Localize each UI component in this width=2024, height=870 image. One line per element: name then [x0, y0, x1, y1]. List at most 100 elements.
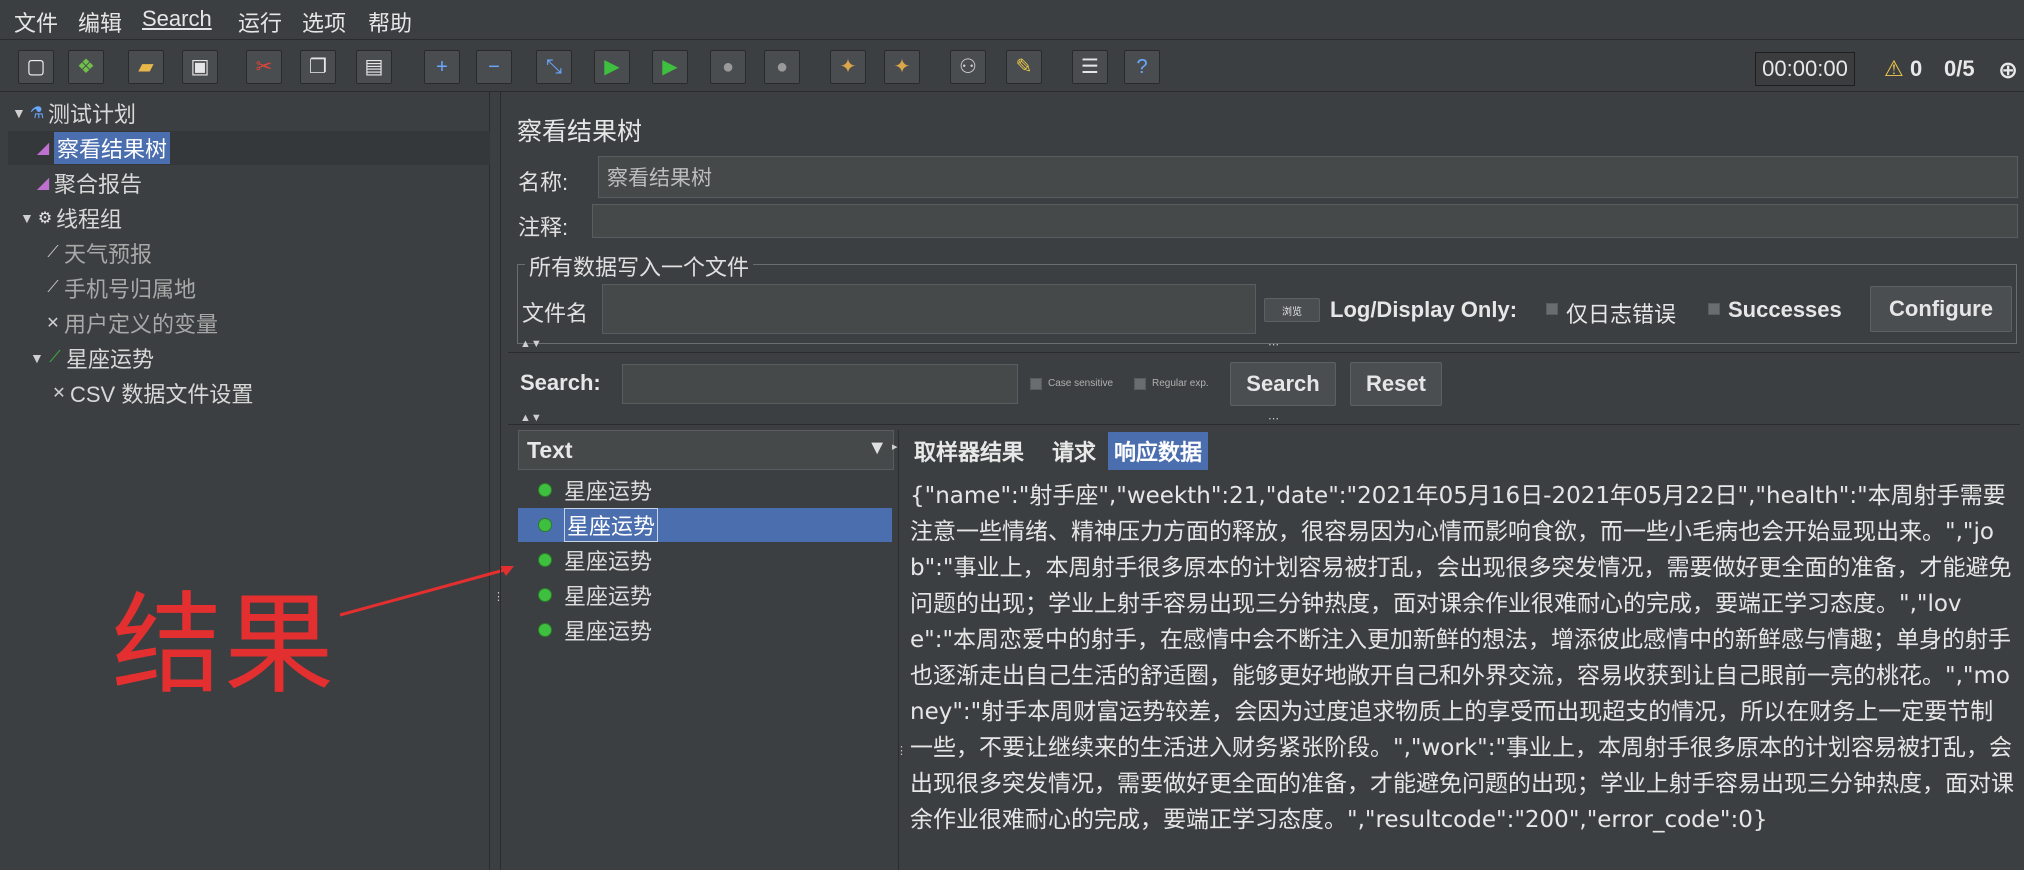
name-field[interactable]: 察看结果树 [598, 156, 2018, 198]
regex-label: Regular exp. [1152, 378, 1209, 389]
renderer-select[interactable]: Text ▼ [518, 430, 894, 470]
success-icon [538, 553, 552, 567]
group-title: 所有数据写入一个文件 [525, 250, 754, 282]
collapse-arrows[interactable]: ▲▼ [520, 338, 542, 350]
start-no-pauses-icon[interactable]: ▶ [652, 50, 688, 84]
listener-icon: ◢ [36, 175, 50, 192]
warning-count: 0 [1910, 56, 1923, 81]
tree-item-view-results-tree[interactable]: ◢ 察看结果树 [32, 132, 171, 164]
new-icon[interactable]: ▢ [18, 50, 54, 84]
annotation-label: 结果 [112, 581, 336, 709]
tree-item-user-variables[interactable]: ✕ 用户定义的变量 [42, 308, 218, 338]
tab-request[interactable]: 请求 [1046, 432, 1102, 470]
toggle-icon[interactable]: ⤡ [536, 50, 572, 84]
splitter-handle[interactable]: ⋮ [493, 590, 504, 603]
success-icon [538, 588, 552, 602]
search-input[interactable] [622, 364, 1018, 404]
browse-button[interactable]: 浏览 [1264, 298, 1320, 322]
case-sensitive-checkbox[interactable] [1030, 378, 1042, 390]
zoom-icon[interactable]: ⊕ [1998, 56, 2018, 85]
tree-item-label: 星座运势 [66, 347, 155, 372]
clear-icon[interactable]: ✦ [830, 50, 866, 84]
errors-checkbox[interactable] [1546, 303, 1558, 315]
collapse-icon[interactable]: − [476, 50, 512, 84]
menu-bar: 文件 编辑 Search 运行 选项 帮助 [0, 0, 2024, 40]
tree-item-thread-group[interactable]: ▼ ⚙ 线程组 [20, 203, 122, 233]
tree-item-label: 线程组 [56, 207, 123, 232]
tree-item-weather[interactable]: ⟋ 天气预报 [42, 238, 152, 268]
tree-item-label: 察看结果树 [54, 132, 171, 164]
result-label: 星座运势 [564, 619, 653, 644]
paste-icon[interactable]: ▤ [356, 50, 392, 84]
result-item-selected[interactable]: 星座运势 [538, 508, 659, 542]
expand-icon[interactable]: + [424, 50, 460, 84]
tab-response-data[interactable]: 响应数据 [1108, 432, 1209, 470]
start-icon[interactable]: ▶ [594, 50, 630, 84]
tree-item-horoscope[interactable]: ▼ ⟋ 星座运势 [30, 343, 154, 373]
search-label: Search: [520, 370, 601, 395]
warning-icon: ⚠ [1884, 56, 1904, 81]
cut-icon[interactable]: ✂ [246, 50, 282, 84]
reset-button[interactable]: Reset [1350, 362, 1442, 406]
open-icon[interactable]: ▰ [128, 50, 164, 84]
result-item[interactable]: 星座运势 [538, 543, 652, 577]
tree-item-aggregate-report[interactable]: ◢ 聚合报告 [32, 168, 142, 198]
menu-edit[interactable]: 编辑 [78, 6, 122, 38]
test-plan-icon: ⚗ [29, 105, 45, 122]
renderer-value: Text [527, 436, 573, 463]
errors-label: 仅日志错误 [1566, 302, 1677, 327]
tree-item-label: 聚合报告 [54, 172, 143, 197]
name-label: 名称: [518, 170, 569, 195]
chevron-down-icon[interactable]: ▼ [12, 105, 26, 121]
configure-button[interactable]: Configure [1870, 286, 2012, 332]
reset-search-icon[interactable]: ✎ [1006, 50, 1042, 84]
regex-checkbox[interactable] [1134, 378, 1146, 390]
chevron-down-icon[interactable]: ▼ [867, 437, 887, 460]
sampler-icon: ⟋ [49, 349, 61, 366]
save-icon[interactable]: ▣ [182, 50, 218, 84]
shutdown-icon[interactable]: ● [764, 50, 800, 84]
menu-options[interactable]: 选项 [302, 6, 346, 38]
result-item[interactable]: 星座运势 [538, 473, 652, 507]
search-icon[interactable]: ⚇ [950, 50, 986, 84]
splitter[interactable] [898, 430, 899, 870]
result-item[interactable]: 星座运势 [538, 578, 652, 612]
filename-field[interactable] [602, 284, 1256, 334]
tree-item-label: CSV 数据文件设置 [70, 382, 254, 407]
result-label: 星座运势 [564, 508, 659, 542]
function-helper-icon[interactable]: ☰ [1072, 50, 1108, 84]
result-label: 星座运势 [564, 479, 653, 504]
tab-sampler-result[interactable]: 取样器结果 [908, 432, 1030, 470]
menu-run[interactable]: 运行 [238, 6, 282, 38]
thread-count: 0/5 [1944, 56, 1975, 81]
menu-help[interactable]: 帮助 [368, 6, 412, 38]
chevron-right-icon[interactable]: ▸ [892, 440, 898, 453]
splitter[interactable] [500, 92, 501, 870]
divider [508, 352, 2020, 353]
collapse-arrows[interactable]: ▲▼ [520, 412, 542, 424]
copy-icon[interactable]: ❐ [300, 50, 336, 84]
menu-file[interactable]: 文件 [14, 6, 58, 38]
page-title: 察看结果树 [517, 118, 643, 146]
divider-grip[interactable]: ⋯ [1268, 338, 1279, 351]
tree-item-label: 用户定义的变量 [64, 312, 219, 337]
search-button[interactable]: Search [1230, 362, 1336, 406]
successes-label: Successes [1728, 297, 1842, 322]
result-item[interactable]: 星座运势 [538, 613, 652, 647]
sampler-icon: ⟋ [47, 244, 59, 261]
tree-item-test-plan[interactable]: ▼ ⚗ 测试计划 [12, 98, 136, 128]
menu-search[interactable]: Search [142, 6, 212, 32]
tree-item-phone-location[interactable]: ⟋ 手机号归属地 [42, 273, 196, 303]
chevron-down-icon[interactable]: ▼ [30, 350, 44, 366]
tree-item-csv-config[interactable]: ✕ CSV 数据文件设置 [48, 378, 253, 408]
templates-icon[interactable]: ❖ [68, 50, 104, 84]
stop-icon[interactable]: ● [710, 50, 746, 84]
comment-field[interactable] [592, 204, 2018, 238]
log-display-label: Log/Display Only: [1330, 297, 1518, 322]
help-icon[interactable]: ? [1124, 50, 1160, 84]
chevron-down-icon[interactable]: ▼ [20, 210, 34, 226]
clear-all-icon[interactable]: ✦ [884, 50, 920, 84]
successes-checkbox[interactable] [1708, 303, 1720, 315]
response-body[interactable]: {"name":"射手座","weekth":21,"date":"2021年0… [906, 472, 2020, 870]
config-icon: ✕ [46, 315, 60, 332]
